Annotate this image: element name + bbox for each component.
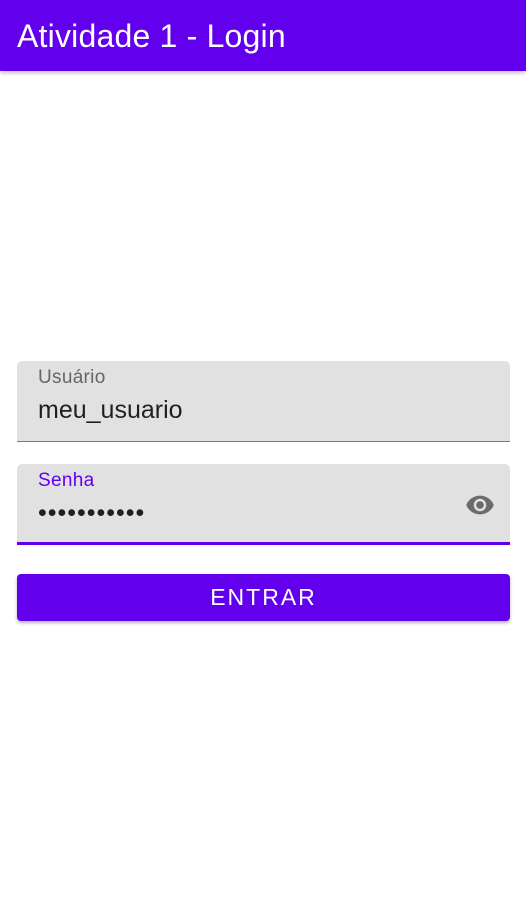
login-button[interactable]: ENTRAR [17,574,510,621]
password-input[interactable]: ••••••••••• [38,497,458,529]
app-bar: Atividade 1 - Login [0,0,526,71]
password-label: Senha [38,470,95,491]
password-field[interactable]: Senha ••••••••••• [17,464,510,545]
username-input[interactable]: meu_usuario [38,394,458,426]
username-field[interactable]: Usuário meu_usuario [17,361,510,442]
app-title: Atividade 1 - Login [17,18,286,54]
username-label: Usuário [38,367,106,388]
eye-icon[interactable] [465,490,495,520]
